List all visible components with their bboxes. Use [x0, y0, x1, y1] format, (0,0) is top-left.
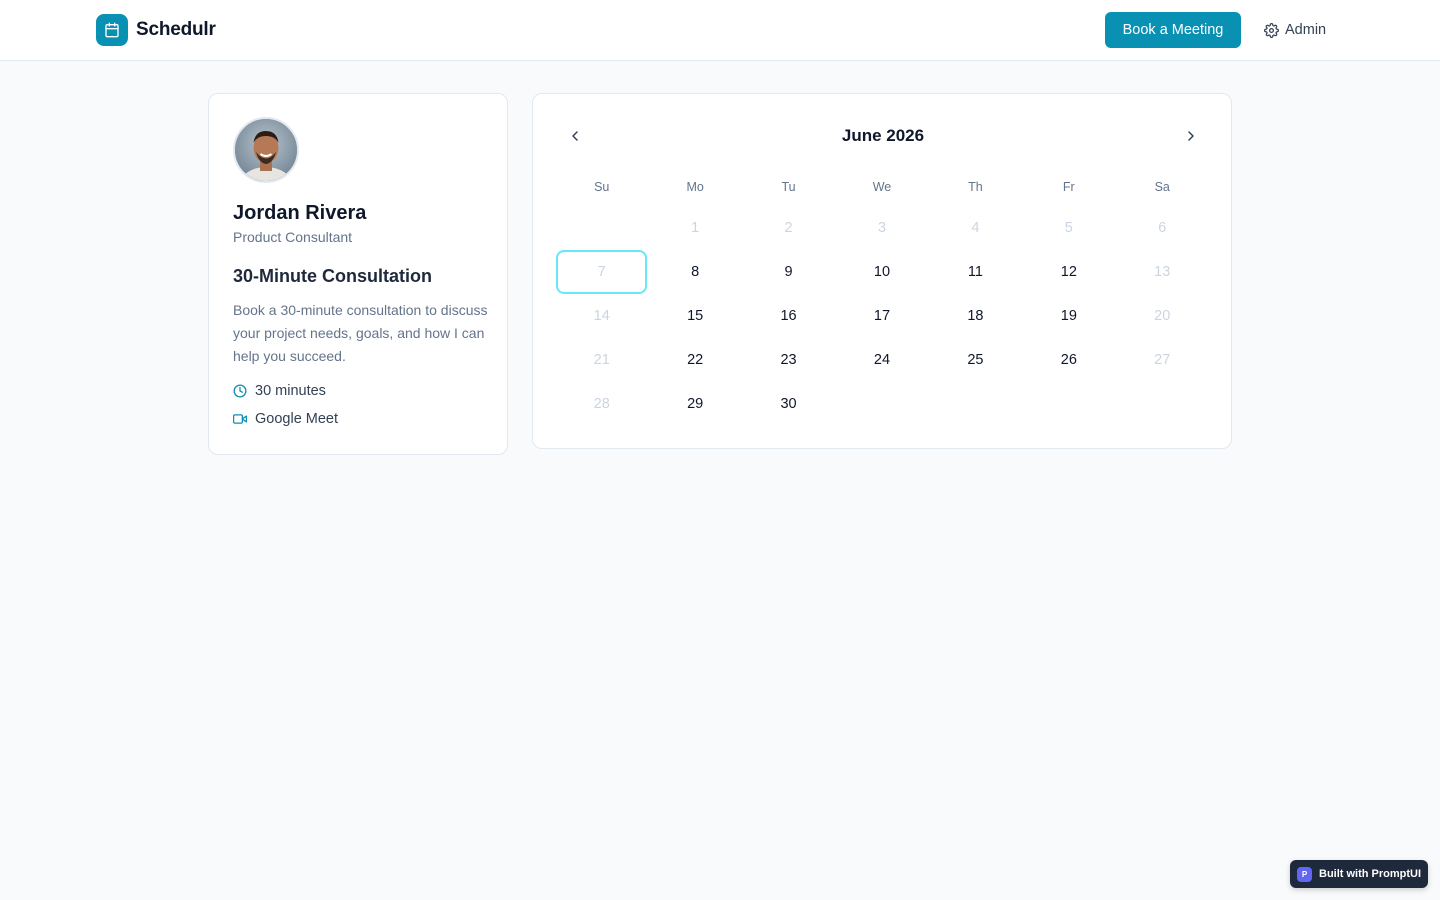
- brand[interactable]: Schedulr: [96, 14, 216, 46]
- weekday-label: Fr: [1062, 180, 1075, 194]
- weekday-header: Su Mo Tu We Th Fr Sa: [555, 180, 1209, 194]
- unavailable-day: 2: [784, 220, 793, 236]
- weekday-label: Mo: [686, 180, 704, 194]
- available-day[interactable]: 22: [649, 338, 740, 382]
- unavailable-day: 14: [593, 308, 610, 324]
- weekday-label: Tu: [781, 180, 796, 194]
- available-day[interactable]: 17: [836, 294, 927, 338]
- unavailable-day: 27: [1154, 352, 1171, 368]
- available-day[interactable]: 9: [743, 250, 834, 294]
- unavailable-day: 20: [1154, 308, 1171, 324]
- month-title: June 2026: [841, 126, 925, 145]
- host-profile-card: Jordan Rivera Product Consultant 30-Minu…: [208, 93, 508, 455]
- host-role: Product Consultant: [233, 229, 353, 245]
- weekday-label: Th: [968, 180, 983, 194]
- gear-icon: [1264, 22, 1279, 38]
- promptui-logo-icon: P: [1297, 866, 1312, 882]
- available-day[interactable]: 29: [649, 382, 740, 426]
- admin-link[interactable]: Admin: [1264, 12, 1326, 48]
- unavailable-day: 13: [1154, 264, 1171, 280]
- duration-label: 30 minutes: [255, 383, 326, 399]
- unavailable-day: 3: [877, 220, 887, 236]
- calendar-icon: [96, 14, 128, 46]
- avatar: [233, 117, 299, 183]
- available-day[interactable]: 12: [1023, 250, 1114, 294]
- date-picker-calendar: June 2026 Su Mo Tu We Th Fr Sa 1 2 3 4 5 6 7 8 9 10 11 12…: [532, 93, 1232, 449]
- weekday-label: Sa: [1154, 180, 1170, 194]
- host-name: Jordan Rivera: [233, 202, 367, 224]
- built-with-badge[interactable]: P Built with PromptUI: [1290, 860, 1428, 888]
- unavailable-day: 6: [1158, 220, 1167, 236]
- weekday-label: We: [872, 180, 892, 194]
- book-meeting-button[interactable]: Book a Meeting: [1105, 12, 1241, 48]
- unavailable-day: 28: [593, 396, 610, 412]
- next-month-button[interactable]: [1177, 122, 1205, 150]
- admin-label: Admin: [1285, 22, 1327, 38]
- event-description: Book a 30-minute consultation to discuss…: [233, 302, 488, 364]
- available-day[interactable]: 23: [743, 338, 834, 382]
- available-day[interactable]: 24: [836, 338, 927, 382]
- chevron-right-icon: [1183, 128, 1199, 144]
- available-day[interactable]: 15: [649, 294, 740, 338]
- unavailable-day: 21: [593, 352, 610, 368]
- unavailable-day: 5: [1064, 220, 1073, 236]
- available-day[interactable]: 10: [836, 250, 927, 294]
- available-day[interactable]: 19: [1023, 294, 1114, 338]
- today-day: 7: [556, 250, 648, 294]
- badge-label: Built with PromptUI: [1319, 868, 1422, 880]
- event-title: 30-Minute Consultation: [233, 266, 432, 286]
- location-label: Google Meet: [255, 411, 339, 427]
- available-day[interactable]: 16: [743, 294, 834, 338]
- available-day[interactable]: 30: [743, 382, 834, 426]
- clock-icon: [233, 384, 247, 398]
- weekday-label: Su: [594, 180, 610, 194]
- days-grid: 1 2 3 4 5 6 7 8 9 10 11 12 13 14 15 16 17 18 19 20 21 22 23 24 2…: [555, 206, 1209, 426]
- brand-name: Schedulr: [136, 19, 216, 40]
- video-icon: [233, 412, 247, 426]
- available-day[interactable]: 25: [930, 338, 1021, 382]
- available-day[interactable]: 18: [930, 294, 1021, 338]
- unavailable-day: 1: [691, 220, 700, 236]
- available-day[interactable]: 26: [1023, 338, 1114, 382]
- top-header: Schedulr Book a Meeting Admin: [0, 0, 1440, 61]
- unavailable-day: 4: [971, 220, 980, 236]
- event-location: Google Meet: [233, 411, 338, 427]
- available-day[interactable]: 8: [649, 250, 740, 294]
- available-day[interactable]: 11: [930, 250, 1021, 294]
- event-duration: 30 minutes: [233, 383, 326, 399]
